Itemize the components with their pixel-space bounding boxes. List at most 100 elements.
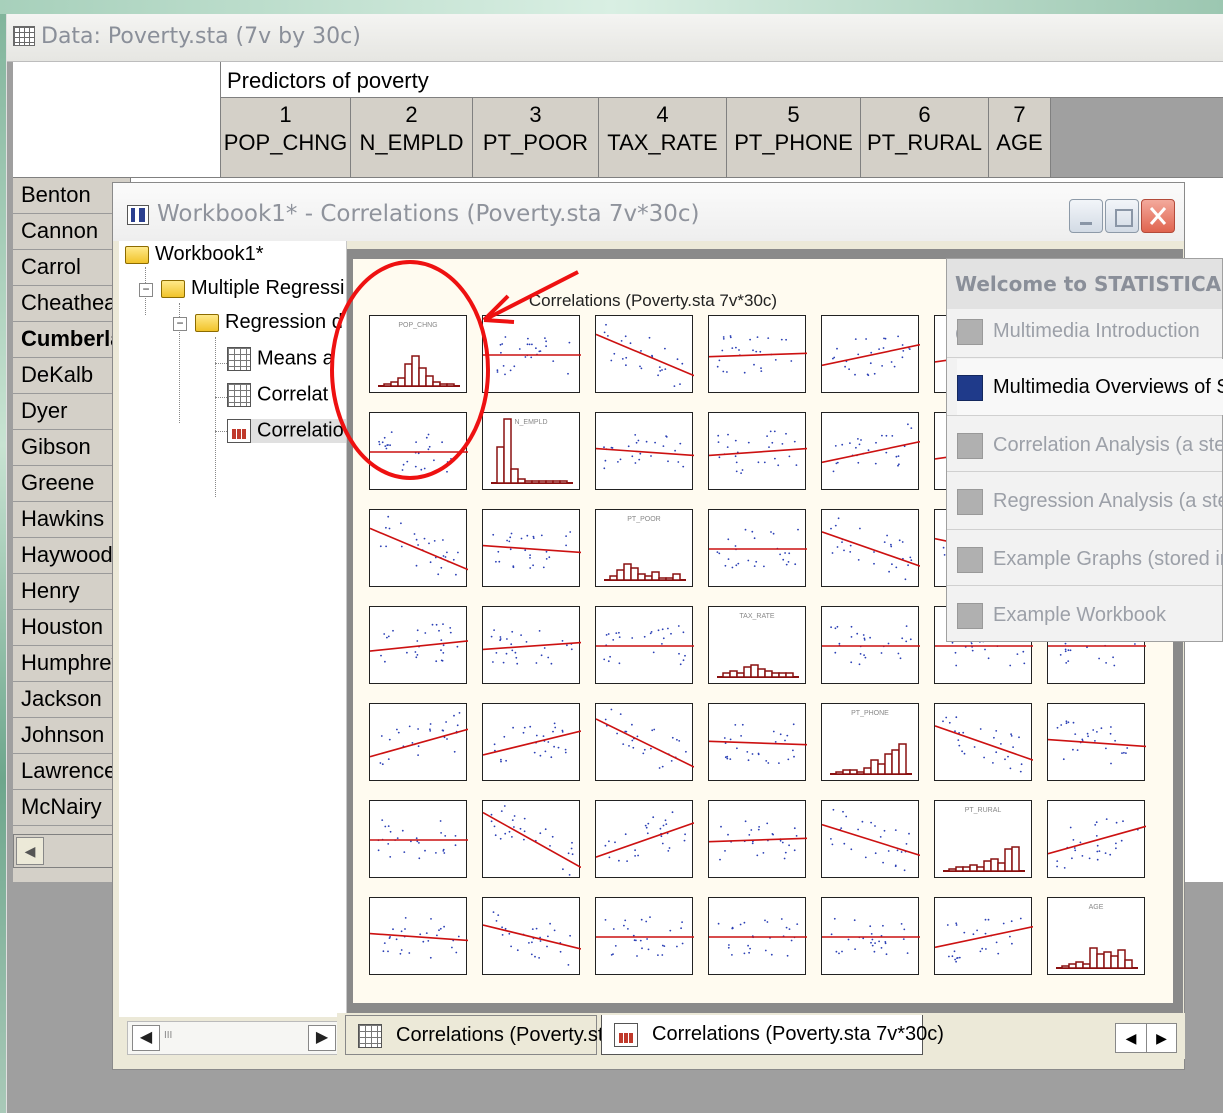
data-horizontal-scrollbar[interactable]: ◀ (13, 834, 125, 868)
welcome-item-multimedia-intro[interactable]: Multimedia Introduction (957, 303, 1223, 359)
scatter-point (718, 552, 721, 555)
tree-item-workbook[interactable]: Workbook1* (125, 243, 264, 266)
scatter-point (429, 723, 432, 725)
column-header-1[interactable]: 1 POP_CHNG (221, 98, 351, 178)
welcome-item-correlation-analysis[interactable]: Correlation Analysis (a ste (957, 417, 1223, 473)
scatter-point (741, 469, 744, 471)
scatter-point (1071, 857, 1073, 860)
scatter-point (661, 369, 663, 371)
scatter-point (873, 372, 876, 375)
scatter-point (785, 563, 788, 566)
maximize-button[interactable] (1105, 199, 1139, 233)
scatter-point (519, 827, 522, 830)
tree-item-regression-data[interactable]: Regression d (195, 311, 343, 334)
scatter-point (605, 634, 608, 636)
tab-scroll-right-icon[interactable]: ▶ (1146, 1024, 1176, 1052)
scroll-right-icon[interactable]: ▶ (308, 1025, 336, 1051)
column-number: 7 (1013, 102, 1026, 127)
scatter-point (406, 651, 408, 654)
collapse-toggle[interactable]: − (139, 283, 153, 297)
tab-correlations-table[interactable]: Correlations (Poverty.sta) (345, 1015, 621, 1055)
fit-line (822, 343, 920, 367)
scatter-point (867, 449, 870, 452)
tree-horizontal-scrollbar[interactable]: ◀ III ▶ (127, 1021, 341, 1055)
column-header-5[interactable]: 5 PT_PHONE (727, 98, 861, 178)
tab-scroll-left-icon[interactable]: ◀ (1116, 1024, 1146, 1052)
scatter-point (748, 834, 751, 836)
scatter-point (568, 874, 571, 876)
scatter-point (1112, 656, 1114, 659)
column-header-7[interactable]: 7 AGE (989, 98, 1051, 178)
scatter-point (1109, 732, 1112, 735)
scatter-point (623, 924, 625, 927)
scatter-point (748, 951, 750, 954)
welcome-item-example-graphs[interactable]: Example Graphs (stored in (957, 531, 1223, 587)
tree-item-correlations-graph[interactable]: Correlatio (227, 419, 346, 443)
scatter-point (652, 816, 655, 819)
scatter-point (681, 362, 684, 365)
scatter-point (1096, 731, 1098, 733)
scatter-point (797, 528, 799, 531)
scroll-left-icon[interactable]: ◀ (132, 1025, 160, 1051)
scatter-point (784, 851, 787, 854)
scatter-point (874, 825, 876, 827)
scatter-point (658, 366, 661, 368)
scatter-point (790, 360, 793, 362)
column-header-3[interactable]: 3 PT_POOR (473, 98, 599, 178)
histogram-bar (425, 375, 434, 387)
scatter-point (859, 527, 861, 530)
scatter-point (901, 541, 904, 543)
scatter-point (1060, 724, 1063, 726)
scatter-point (531, 343, 533, 346)
scatter-point (961, 750, 963, 753)
scatter-point (1012, 746, 1014, 748)
data-window-titlebar[interactable]: Data: Poverty.sta (7v by 30c) (7, 14, 1223, 62)
fit-line (709, 837, 807, 843)
column-header-6[interactable]: 6 PT_RURAL (861, 98, 989, 178)
welcome-item-example-workbook[interactable]: Example Workbook (957, 587, 1223, 643)
scatter-point (1096, 858, 1099, 861)
tab-correlations-graph[interactable]: Correlations (Poverty.sta 7v*30c) (601, 1015, 944, 1055)
scatter-cell (821, 412, 920, 490)
scatter-point (500, 810, 503, 812)
welcome-item-multimedia-overviews[interactable]: Multimedia Overviews of Sp (957, 359, 1223, 415)
scatter-point (901, 637, 904, 640)
scatter-point (415, 837, 418, 840)
workbook-tree[interactable]: Workbook1* − Multiple Regressi − Regress… (119, 241, 347, 1017)
scatter-point (676, 358, 679, 361)
tree-item-means[interactable]: Means a (227, 347, 334, 371)
column-header-4[interactable]: 4 TAX_RATE (599, 98, 727, 178)
scatter-point (559, 950, 562, 953)
minimize-button[interactable] (1069, 199, 1103, 233)
tree-item-correlations-table[interactable]: Correlat (227, 383, 328, 407)
scatter-point (1069, 649, 1072, 652)
scatter-point (853, 919, 856, 922)
scatter-cell (708, 800, 807, 878)
scatter-point (979, 950, 982, 953)
scroll-left-arrow-icon[interactable]: ◀ (16, 837, 44, 865)
scatter-point (631, 739, 634, 742)
histogram-bar (891, 749, 900, 775)
scatter-point (499, 343, 502, 346)
scatter-cell (934, 897, 1033, 975)
scatter-point (643, 635, 646, 638)
corner-cell[interactable] (13, 62, 221, 178)
column-header-2[interactable]: 2 N_EMPLD (351, 98, 473, 178)
close-button[interactable] (1141, 199, 1175, 233)
scatter-point (884, 941, 887, 943)
tree-item-multiple-regression[interactable]: Multiple Regressi (161, 277, 344, 300)
scatter-plot (596, 708, 694, 769)
scatter-point (898, 463, 900, 466)
scatter-point (771, 441, 774, 444)
scatter-point (1019, 770, 1022, 773)
workbook-titlebar[interactable]: Workbook1* - Correlations (Poverty.sta 7… (113, 183, 1184, 241)
collapse-toggle[interactable]: − (173, 317, 187, 331)
welcome-item-regression-analysis[interactable]: Regression Analysis (a ste (957, 473, 1223, 529)
scroll-thumb[interactable]: III (164, 1030, 172, 1041)
histogram-bar (658, 577, 667, 581)
scatter-point (546, 945, 548, 948)
scatter-point (649, 916, 651, 918)
tab-scroll-buttons[interactable]: ◀ ▶ (1115, 1023, 1177, 1053)
scatter-plot (596, 811, 694, 862)
scatter-point (850, 636, 853, 638)
